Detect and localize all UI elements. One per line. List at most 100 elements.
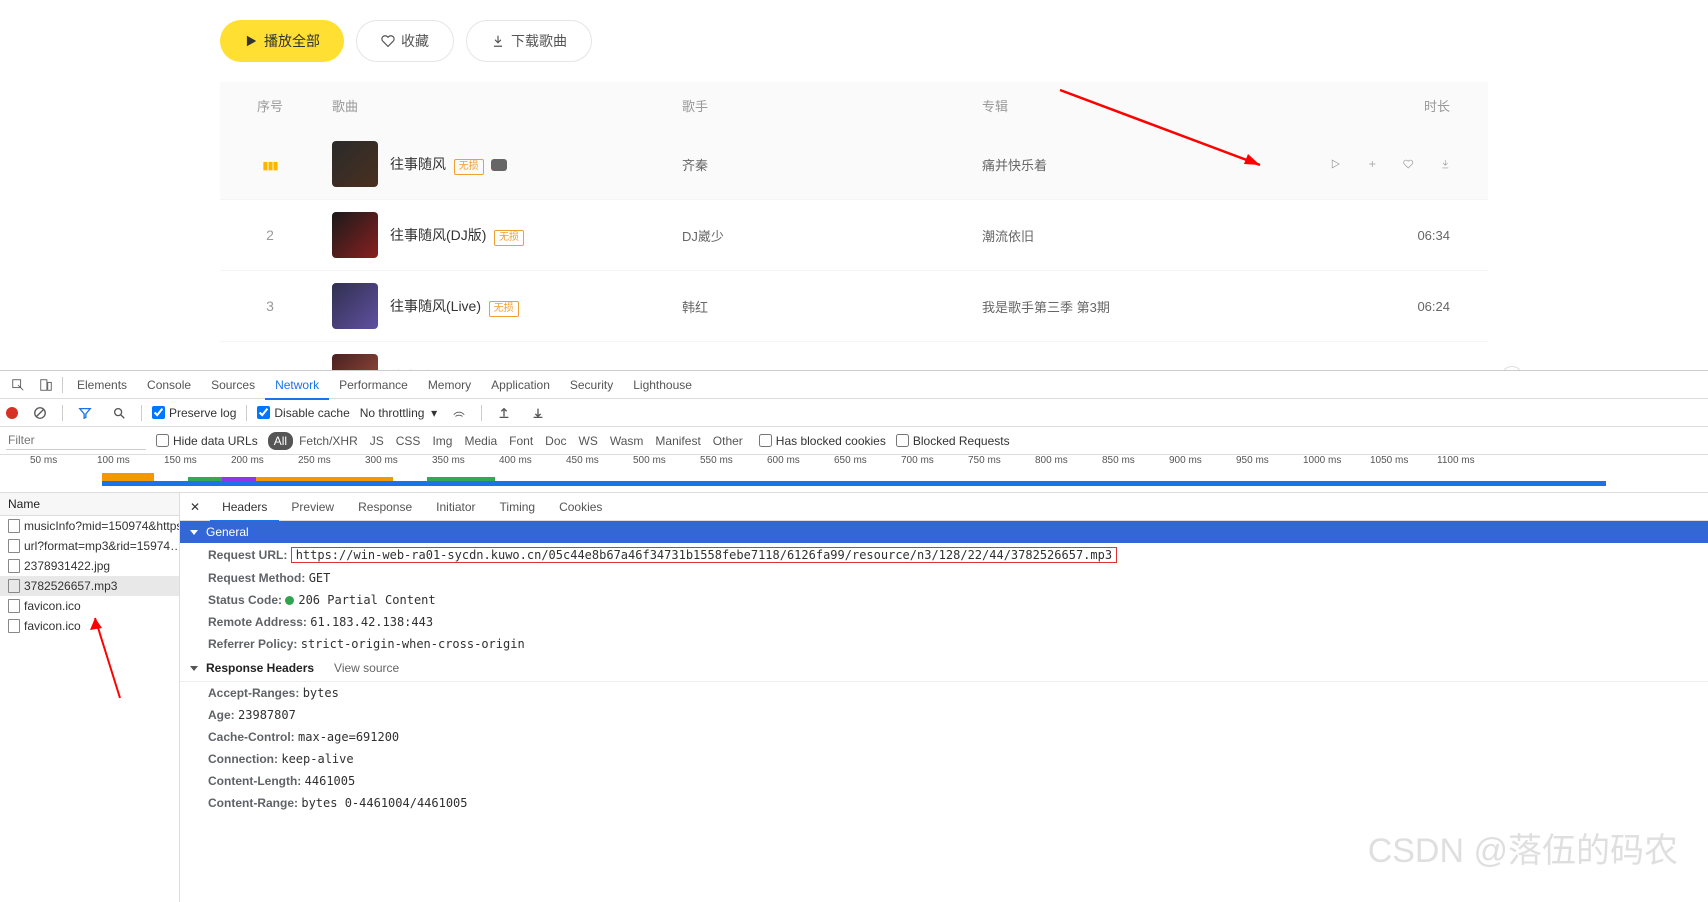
timeline-tick: 350 ms <box>432 455 465 466</box>
timeline-tick: 900 ms <box>1169 455 1202 466</box>
disable-cache-checkbox[interactable]: Disable cache <box>257 406 349 420</box>
detail-tab-headers[interactable]: Headers <box>210 494 279 522</box>
song-album[interactable]: 潮流依旧 <box>970 226 1330 245</box>
header-row: Accept-Ranges: bytes <box>180 682 1708 704</box>
general-section-header[interactable]: General <box>180 521 1708 543</box>
download-icon[interactable] <box>1440 155 1451 173</box>
album-cover <box>332 283 378 329</box>
song-title: 往事随风(DJ版) <box>390 227 486 243</box>
export-har-icon[interactable] <box>526 401 550 425</box>
add-icon[interactable] <box>1367 155 1378 173</box>
timeline-tick: 650 ms <box>834 455 867 466</box>
record-button[interactable] <box>6 407 18 419</box>
devtools-tab-console[interactable]: Console <box>137 371 201 399</box>
favorite-label: 收藏 <box>401 31 429 51</box>
filter-icon[interactable] <box>73 401 97 425</box>
view-source-link[interactable]: View source <box>334 661 399 675</box>
devtools-tab-performance[interactable]: Performance <box>329 371 418 399</box>
detail-tab-preview[interactable]: Preview <box>279 493 346 521</box>
timeline-tick: 300 ms <box>365 455 398 466</box>
song-row[interactable]: ▮▮▮ 往事随风 无损 齐秦 痛并快乐着 <box>220 129 1488 200</box>
detail-tab-cookies[interactable]: Cookies <box>547 493 614 521</box>
network-toolbar: Preserve log Disable cache No throttling… <box>0 399 1708 427</box>
request-item[interactable]: url?format=mp3&rid=15974… <box>0 536 179 556</box>
filter-type-js[interactable]: JS <box>364 432 390 450</box>
devtools-tab-lighthouse[interactable]: Lighthouse <box>623 371 702 399</box>
blocked-requests-checkbox[interactable]: Blocked Requests <box>896 434 1010 448</box>
heart-icon[interactable] <box>1403 155 1414 173</box>
devtools-panel: ElementsConsoleSourcesNetworkPerformance… <box>0 370 1708 902</box>
file-icon <box>8 579 20 593</box>
timeline-tick: 1100 ms <box>1437 455 1475 466</box>
devtools-tab-security[interactable]: Security <box>560 371 623 399</box>
filter-type-ws[interactable]: WS <box>573 432 604 450</box>
filter-type-wasm[interactable]: Wasm <box>604 432 650 450</box>
song-artist[interactable]: 齐秦 <box>670 155 970 174</box>
filter-type-manifest[interactable]: Manifest <box>649 432 706 450</box>
song-row[interactable]: 2 往事随风(DJ版) 无损 DJ崴少 潮流依旧 06:34 <box>220 200 1488 271</box>
devtools-tab-sources[interactable]: Sources <box>201 371 265 399</box>
filter-type-media[interactable]: Media <box>458 432 503 450</box>
timeline-tick: 750 ms <box>968 455 1001 466</box>
filter-type-doc[interactable]: Doc <box>539 432 572 450</box>
request-item[interactable]: musicInfo?mid=150974&https… <box>0 516 179 536</box>
filter-type-fetchxhr[interactable]: Fetch/XHR <box>293 432 364 450</box>
name-column-header[interactable]: Name <box>0 493 179 516</box>
play-icon <box>244 34 258 48</box>
network-timeline[interactable]: 50 ms100 ms150 ms200 ms250 ms300 ms350 m… <box>0 455 1708 493</box>
preserve-log-checkbox[interactable]: Preserve log <box>152 406 236 420</box>
col-song: 歌曲 <box>320 96 670 115</box>
inspect-element-icon[interactable] <box>6 373 30 397</box>
col-index: 序号 <box>220 96 320 115</box>
heart-icon <box>381 34 395 48</box>
filter-type-other[interactable]: Other <box>707 432 749 450</box>
request-item[interactable]: favicon.ico <box>0 616 179 636</box>
timeline-tick: 200 ms <box>231 455 264 466</box>
song-album[interactable]: 我是歌手第三季 第3期 <box>970 297 1330 316</box>
devtools-main-tabs: ElementsConsoleSourcesNetworkPerformance… <box>0 371 1708 399</box>
import-har-icon[interactable] <box>492 401 516 425</box>
filter-type-all[interactable]: All <box>268 432 293 450</box>
network-conditions-icon[interactable] <box>447 401 471 425</box>
request-item[interactable]: 2378931422.jpg <box>0 556 179 576</box>
play-icon[interactable] <box>1330 155 1341 173</box>
play-all-button[interactable]: 播放全部 <box>220 20 344 62</box>
devtools-tab-network[interactable]: Network <box>265 372 329 400</box>
device-toolbar-icon[interactable] <box>34 373 58 397</box>
filter-type-css[interactable]: CSS <box>390 432 427 450</box>
clear-icon[interactable] <box>28 401 52 425</box>
header-row: Cache-Control: max-age=691200 <box>180 726 1708 748</box>
request-item[interactable]: favicon.ico <box>0 596 179 616</box>
filter-type-font[interactable]: Font <box>503 432 539 450</box>
request-name: favicon.ico <box>24 619 81 633</box>
song-album[interactable]: 痛并快乐着 <box>970 155 1330 174</box>
download-songs-button[interactable]: 下载歌曲 <box>466 20 592 62</box>
request-method-row: Request Method: GET <box>180 567 1708 589</box>
filter-type-img[interactable]: Img <box>426 432 458 450</box>
blocked-cookies-checkbox[interactable]: Has blocked cookies <box>759 434 886 448</box>
status-dot-icon <box>285 596 294 605</box>
hide-data-urls-checkbox[interactable]: Hide data URLs <box>156 434 258 448</box>
detail-tab-response[interactable]: Response <box>346 493 424 521</box>
throttling-select[interactable]: No throttling ▾ <box>360 406 437 420</box>
favorite-button[interactable]: 收藏 <box>356 20 454 62</box>
devtools-tab-memory[interactable]: Memory <box>418 371 481 399</box>
music-player-panel: 播放全部 收藏 下载歌曲 序号 歌曲 歌手 专辑 时长 ▮▮▮ <box>0 0 1708 413</box>
devtools-tab-application[interactable]: Application <box>481 371 560 399</box>
request-url-value[interactable]: https://win-web-ra01-sycdn.kuwo.cn/05c44… <box>291 547 1117 563</box>
close-details-icon[interactable]: ✕ <box>180 500 210 514</box>
detail-tab-initiator[interactable]: Initiator <box>424 493 487 521</box>
timeline-tick: 1050 ms <box>1370 455 1408 466</box>
request-item[interactable]: 3782526657.mp3 <box>0 576 179 596</box>
response-headers-section[interactable]: Response Headers View source <box>180 655 1708 682</box>
song-table: 序号 歌曲 歌手 专辑 时长 ▮▮▮ 往事随风 无损 齐秦 痛并快乐着 <box>220 82 1488 413</box>
song-artist[interactable]: 韩红 <box>670 297 970 316</box>
devtools-tab-elements[interactable]: Elements <box>67 371 137 399</box>
song-artist[interactable]: DJ崴少 <box>670 226 970 245</box>
filter-input[interactable] <box>6 431 146 450</box>
detail-tab-timing[interactable]: Timing <box>488 493 548 521</box>
song-row[interactable]: 3 往事随风(Live) 无损 韩红 我是歌手第三季 第3期 06:24 <box>220 271 1488 342</box>
search-icon[interactable] <box>107 401 131 425</box>
timeline-tick: 600 ms <box>767 455 800 466</box>
song-index: 3 <box>220 298 320 314</box>
